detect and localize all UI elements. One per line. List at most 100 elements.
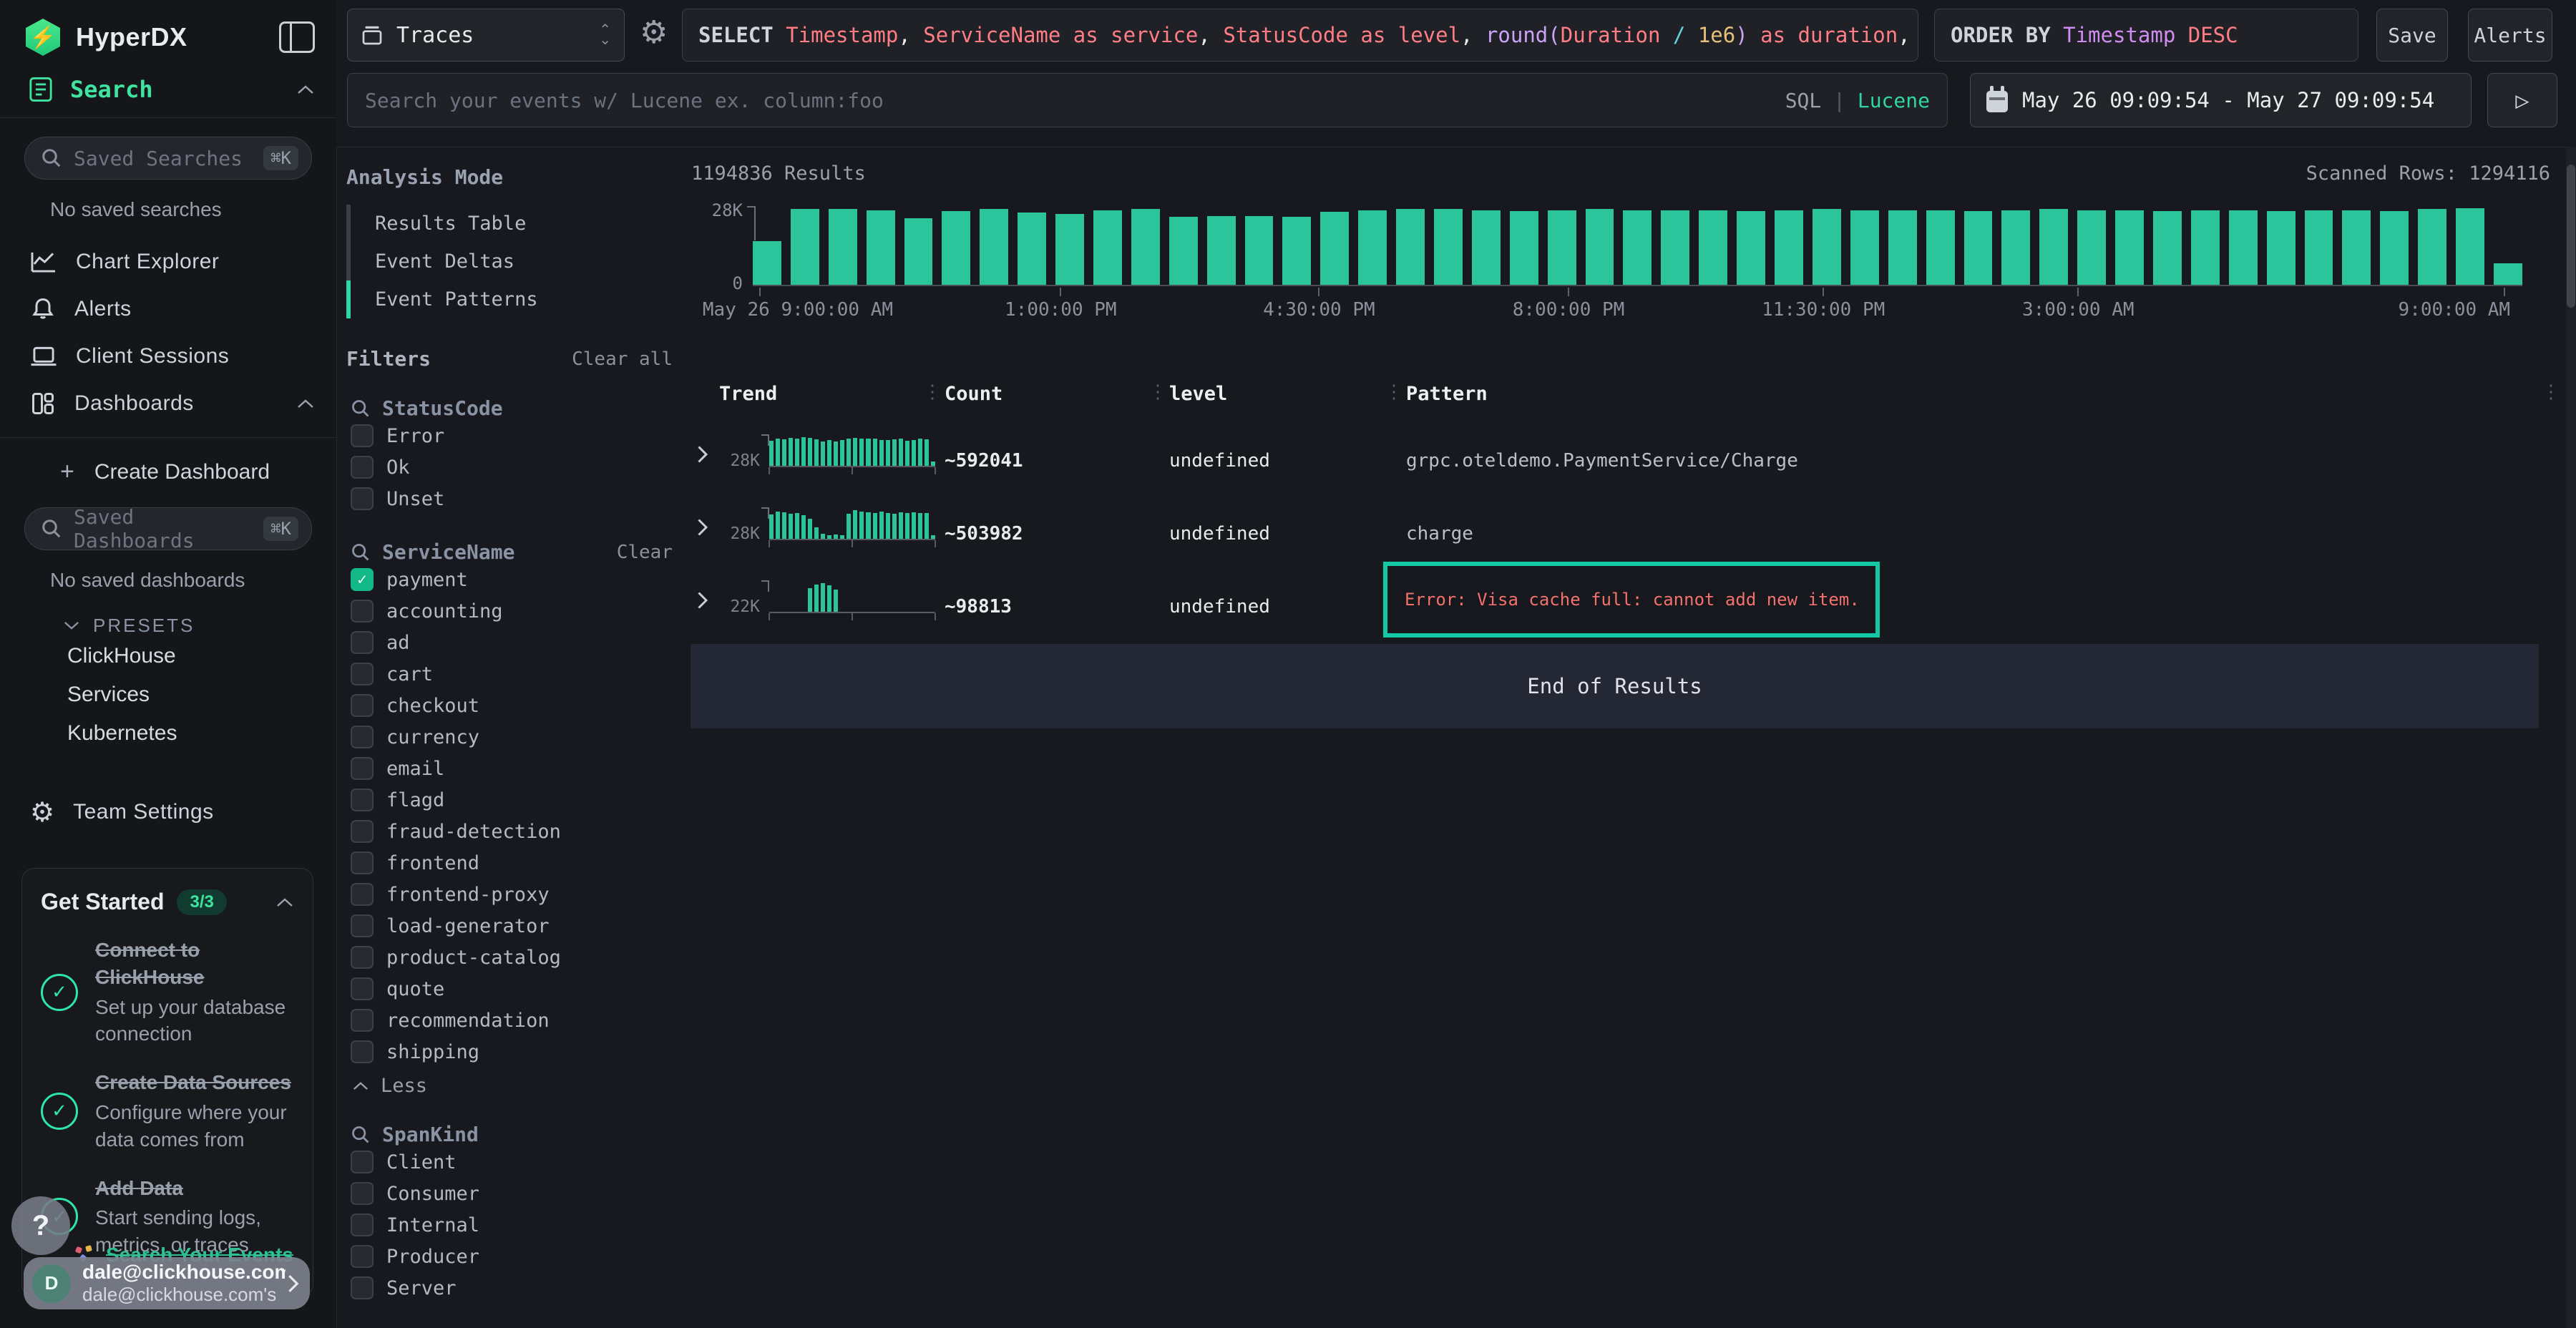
checkbox[interactable] [351, 600, 374, 622]
checkbox[interactable] [351, 1214, 374, 1236]
filter-option[interactable]: frontend [336, 847, 688, 879]
histogram-bar[interactable] [904, 218, 933, 285]
filter-option[interactable]: accounting [336, 595, 688, 627]
checkbox[interactable] [351, 1245, 374, 1268]
checkbox[interactable] [351, 663, 374, 685]
histogram-bar[interactable] [1434, 209, 1463, 285]
saved-dashboards-input[interactable]: Saved Dashboards ⌘K [24, 507, 312, 550]
checkbox[interactable] [351, 1151, 374, 1173]
histogram-bar[interactable] [1926, 210, 1955, 285]
filter-option[interactable]: cart [336, 658, 688, 690]
pattern-row[interactable]: 28K~592041undefinedgrpc.oteldemo.Payment… [687, 426, 2576, 499]
sidebar-item-team-settings[interactable]: ⚙ Team Settings [0, 788, 336, 836]
histogram-bar[interactable] [1699, 210, 1727, 285]
histogram-bar[interactable] [2229, 210, 2258, 285]
clear-all-filters-link[interactable]: Clear all [572, 348, 673, 370]
histogram-bar[interactable] [2380, 211, 2409, 285]
filter-option[interactable]: Producer [336, 1241, 688, 1272]
histogram-bar[interactable] [791, 209, 819, 285]
get-started-item[interactable]: ✓Connect to ClickHouseSet up your databa… [41, 937, 294, 1048]
histogram-bar[interactable] [1850, 210, 1879, 285]
checkbox[interactable] [351, 851, 374, 874]
search-input[interactable]: Search your events w/ Lucene ex. column:… [347, 73, 1948, 127]
checkbox[interactable] [351, 788, 374, 811]
histogram-bar[interactable] [1964, 211, 1993, 285]
results-histogram[interactable]: 28K 0 May 26 9:00:00 AM1:00:00 PM4:30:00… [753, 206, 2522, 286]
highlighted-error-pattern[interactable]: Error: Visa cache full: cannot add new i… [1383, 562, 1880, 638]
histogram-bar[interactable] [1245, 216, 1274, 285]
date-range-picker[interactable]: May 26 09:09:54 - May 27 09:09:54 [1970, 73, 2472, 127]
filter-option[interactable]: load-generator [336, 910, 688, 942]
sidebar-item-dashboards[interactable]: Dashboards [0, 380, 336, 427]
filter-option[interactable]: Server [336, 1272, 688, 1304]
help-button[interactable]: ? [11, 1196, 70, 1255]
histogram-bar[interactable] [1510, 211, 1538, 285]
histogram-bar[interactable] [1358, 210, 1387, 285]
histogram-bar[interactable] [1888, 210, 1917, 285]
histogram-bar[interactable] [1775, 210, 1803, 285]
histogram-bar[interactable] [2494, 263, 2522, 285]
histogram-bar[interactable] [1093, 210, 1122, 285]
histogram-bar[interactable] [942, 211, 970, 285]
collapse-sidebar-icon[interactable] [279, 21, 315, 53]
checkbox[interactable] [351, 977, 374, 1000]
pattern-row[interactable]: 22K~98813undefinedError: Visa cache full… [687, 572, 2576, 645]
histogram-bar[interactable] [1623, 210, 1652, 285]
histogram-bar[interactable] [1131, 209, 1160, 285]
histogram-bar[interactable] [1472, 210, 1501, 285]
checkbox[interactable] [351, 1009, 374, 1032]
histogram-bar[interactable] [867, 210, 895, 285]
run-query-button[interactable]: ▷ [2487, 73, 2557, 127]
histogram-bar[interactable] [1661, 210, 1689, 285]
checkbox[interactable] [351, 883, 374, 906]
histogram-bar[interactable] [2153, 211, 2182, 285]
histogram-bar[interactable] [1813, 209, 1841, 285]
saved-searches-input[interactable]: Saved Searches ⌘K [24, 137, 312, 180]
source-select[interactable]: Traces ⌃⌄ [347, 9, 625, 62]
column-header-trend[interactable]: Trend [719, 383, 777, 405]
preset-dashboard-kubernetes[interactable]: Kubernetes [0, 714, 336, 753]
checkbox[interactable] [351, 946, 374, 969]
checkbox[interactable] [351, 914, 374, 937]
get-started-item[interactable]: ✓Create Data SourcesConfigure where your… [41, 1069, 294, 1153]
histogram-bar[interactable] [2077, 210, 2106, 285]
column-resize-handle[interactable]: ⋮ [923, 384, 942, 400]
analysis-mode-results-table[interactable]: Results Table [346, 205, 688, 243]
histogram-bar[interactable] [1548, 210, 1576, 285]
filter-option[interactable]: product-catalog [336, 942, 688, 973]
filter-option[interactable]: Unset [336, 483, 688, 514]
checkbox[interactable] [351, 694, 374, 717]
checkbox[interactable] [351, 1040, 374, 1063]
histogram-bar[interactable] [2039, 209, 2068, 285]
checkbox[interactable]: ✓ [351, 568, 374, 591]
checkbox[interactable] [351, 1182, 374, 1205]
histogram-bar[interactable] [1737, 211, 1765, 285]
histogram-bar[interactable] [2456, 208, 2484, 285]
sql-mode-toggle[interactable]: SQL [1785, 89, 1822, 112]
column-resize-handle[interactable]: ⋮ [1148, 384, 1167, 400]
histogram-bar[interactable] [1018, 213, 1046, 285]
sidebar-item-alerts[interactable]: Alerts [0, 285, 336, 333]
histogram-bar[interactable] [2342, 210, 2371, 285]
filter-option[interactable]: ✓payment [336, 564, 688, 595]
column-header-level[interactable]: level [1169, 383, 1227, 405]
histogram-bar[interactable] [2115, 210, 2144, 285]
scrollbar[interactable] [2566, 147, 2576, 1328]
filter-option[interactable]: shipping [336, 1036, 688, 1068]
column-header-count[interactable]: Count [945, 383, 1002, 405]
filter-option[interactable]: ad [336, 627, 688, 658]
source-settings-gear-icon[interactable]: ⚙ [640, 14, 668, 51]
checkbox[interactable] [351, 757, 374, 780]
presets-toggle[interactable]: PRESETS [0, 596, 336, 637]
pattern-cell[interactable]: grpc.oteldemo.PaymentService/Charge [1406, 450, 1798, 472]
filter-option[interactable]: quote [336, 973, 688, 1005]
column-header-pattern[interactable]: Pattern [1406, 383, 1488, 405]
histogram-bar[interactable] [2191, 210, 2220, 285]
pattern-row[interactable]: 28K~503982undefinedcharge [687, 499, 2576, 572]
histogram-bar[interactable] [2305, 210, 2333, 285]
histogram-bar[interactable] [1169, 217, 1198, 285]
filter-option[interactable]: Ok [336, 451, 688, 483]
histogram-bar[interactable] [980, 209, 1008, 285]
filter-option[interactable]: fraud-detection [336, 816, 688, 847]
histogram-bar[interactable] [1282, 217, 1311, 285]
